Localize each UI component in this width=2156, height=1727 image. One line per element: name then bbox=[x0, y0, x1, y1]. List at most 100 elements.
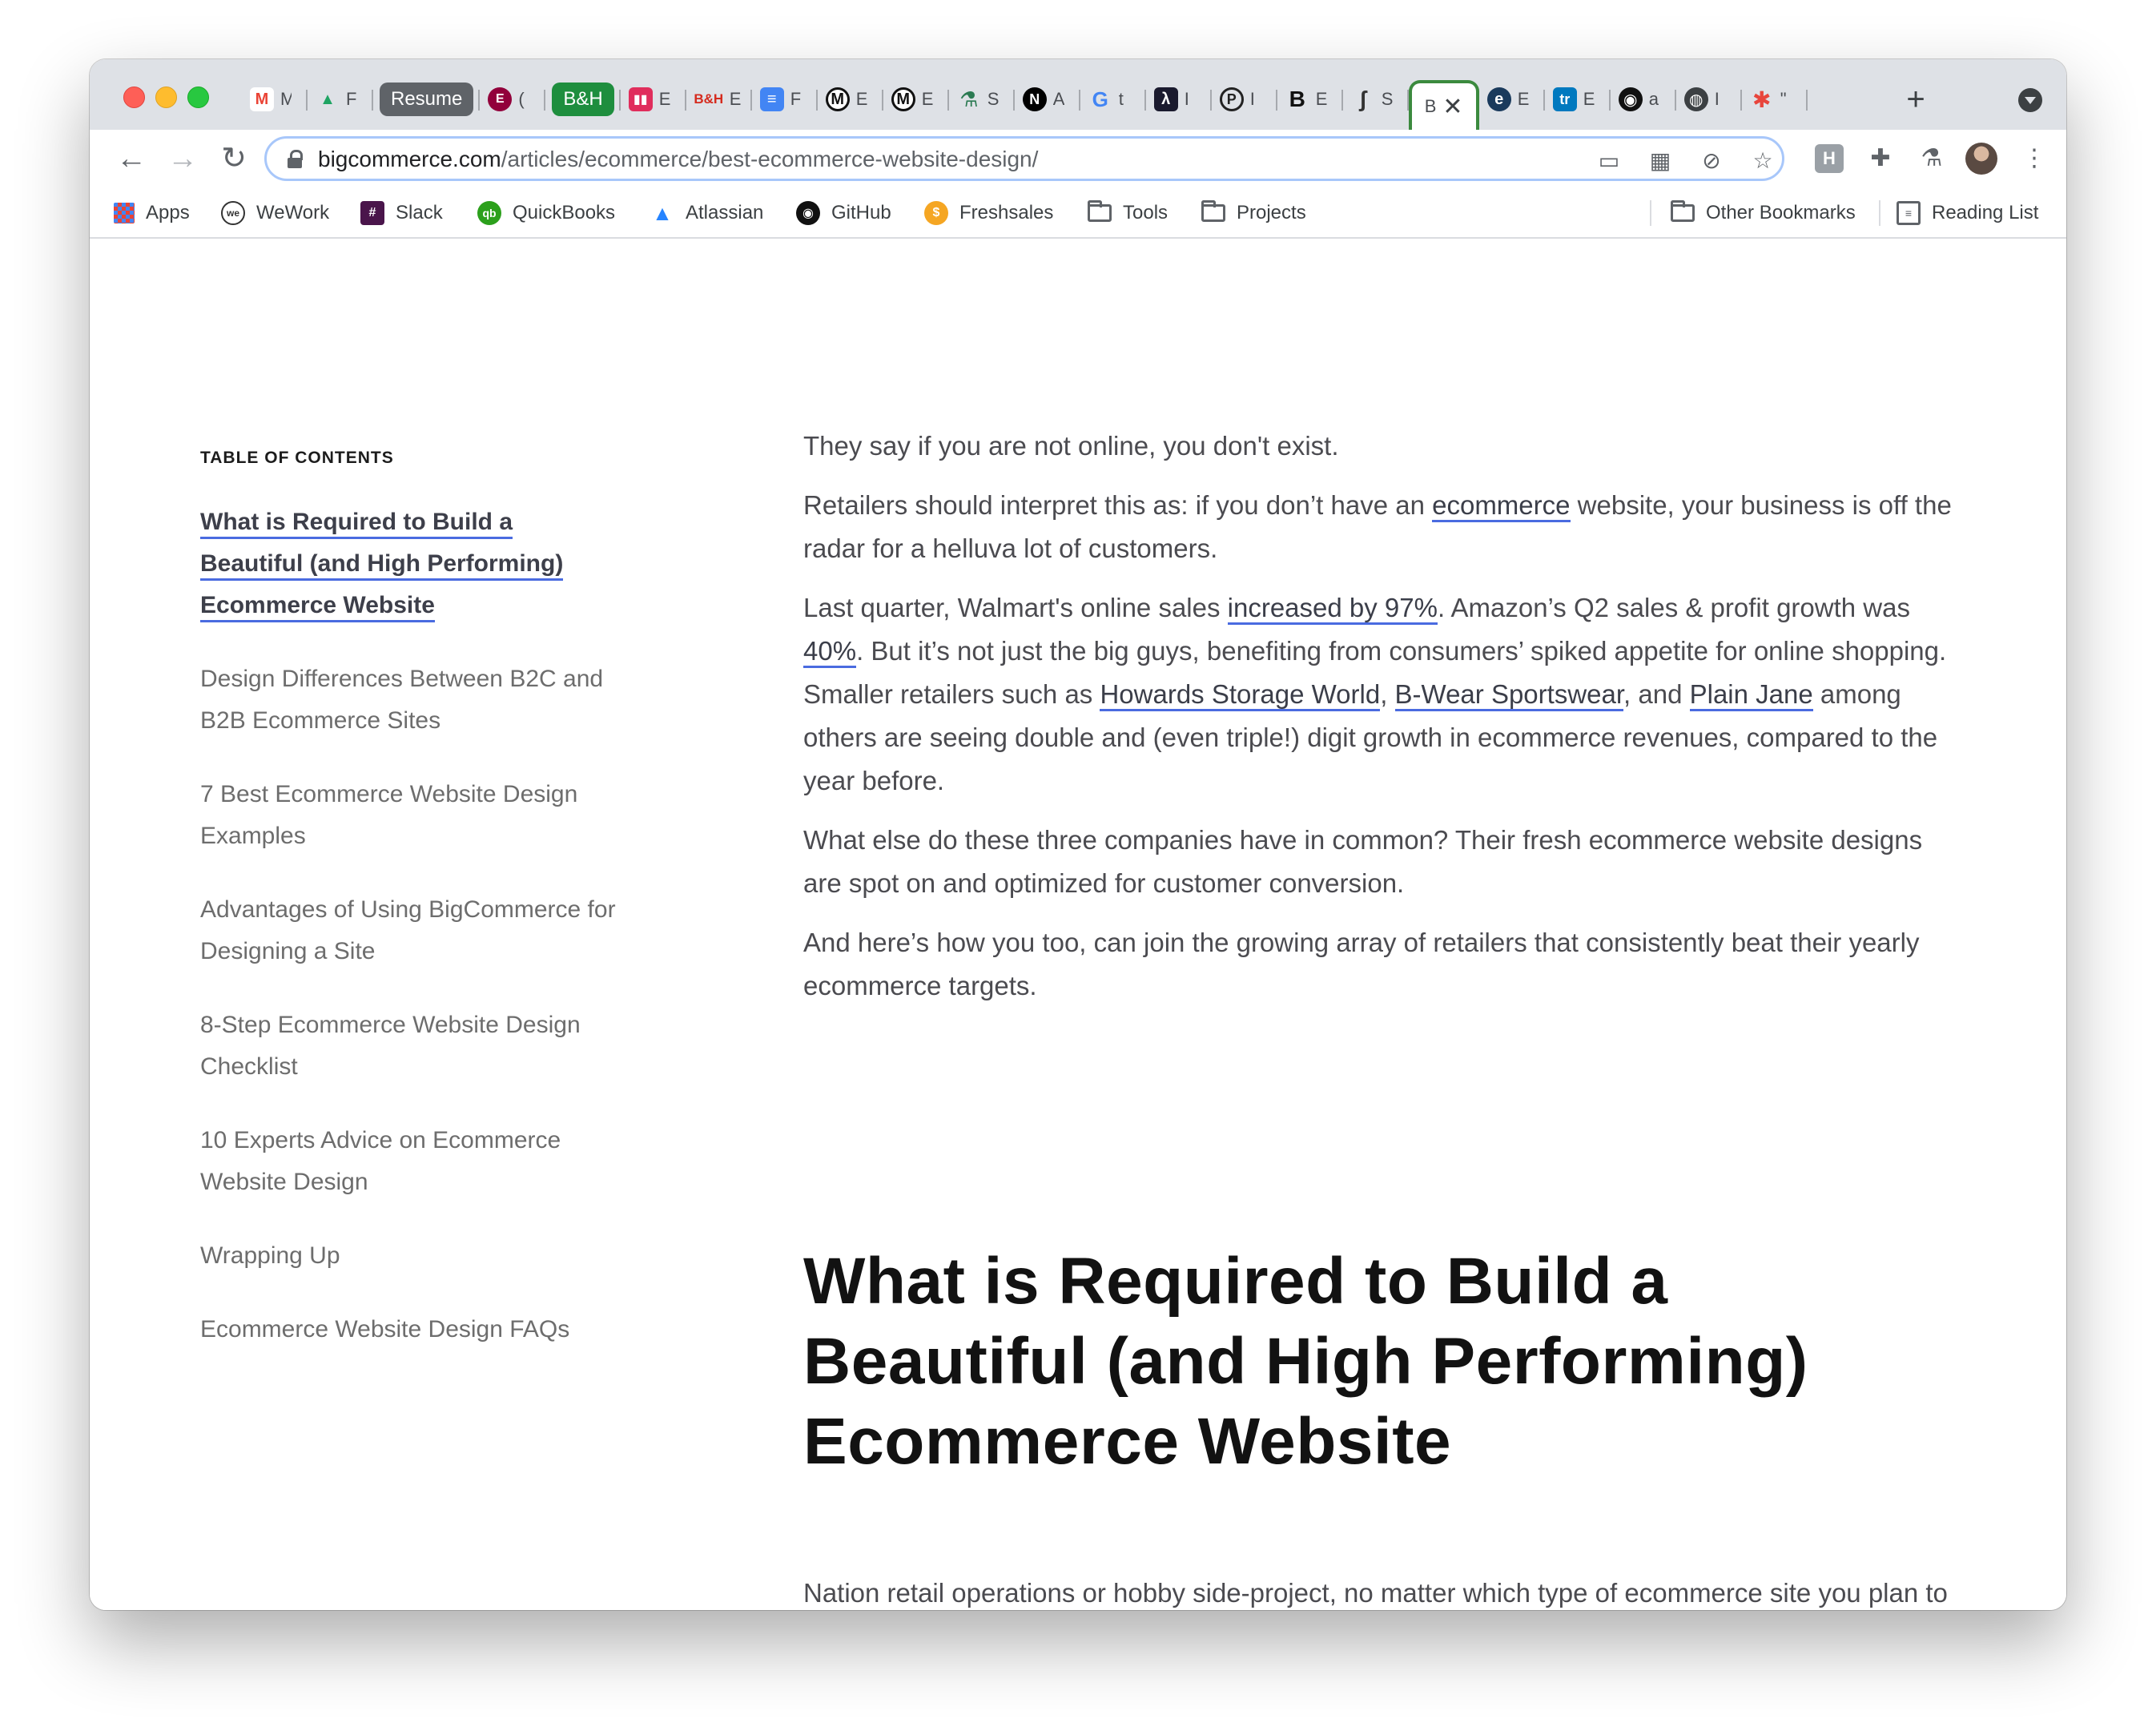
tab-p[interactable]: PI bbox=[1212, 80, 1277, 119]
zoom-window-button[interactable] bbox=[187, 87, 209, 108]
toc-item-advantages[interactable]: Advantages of Using BigCommerce for Desi… bbox=[200, 889, 617, 972]
close-window-button[interactable] bbox=[123, 87, 145, 108]
toc-item-label[interactable]: What is Required to Build a Beautiful (a… bbox=[200, 509, 564, 622]
minimize-window-button[interactable] bbox=[155, 87, 177, 108]
labs-flask-icon[interactable]: ⚗ bbox=[1917, 144, 1946, 173]
wework-icon: we bbox=[221, 201, 245, 225]
tab-title: S bbox=[1381, 89, 1393, 109]
tab-gmail[interactable]: MM bbox=[242, 80, 308, 119]
tracking-protection-icon[interactable]: ⊘ bbox=[1699, 148, 1724, 174]
article-body: They say if you are not online, you don'… bbox=[803, 425, 1965, 1610]
link-40-percent[interactable]: 40% bbox=[803, 636, 857, 668]
bookmark-atlassian[interactable]: ▲ Atlassian bbox=[650, 199, 763, 227]
link-increased-97[interactable]: increased by 97% bbox=[1227, 593, 1438, 625]
tab-bh-2[interactable]: B&H E bbox=[686, 80, 752, 119]
tab-bh-1[interactable]: ▮▮ E bbox=[621, 80, 686, 119]
edge-icon: e bbox=[1486, 87, 1511, 111]
tab-lambda[interactable]: λI bbox=[1146, 80, 1212, 119]
tab-edge[interactable]: eE bbox=[1479, 80, 1545, 119]
tab-elementor[interactable]: E( bbox=[480, 80, 546, 119]
toc-item-checklist[interactable]: 8-Step Ecommerce Website Design Checklis… bbox=[200, 1004, 617, 1088]
toc-item-wrapping-up[interactable]: Wrapping Up bbox=[200, 1235, 617, 1277]
tab-bold-b[interactable]: BE bbox=[1277, 80, 1343, 119]
tab-asterisk[interactable]: ✱ " bbox=[1742, 80, 1808, 119]
tab-github[interactable]: ◉ a bbox=[1611, 80, 1676, 119]
bookmark-quickbooks[interactable]: qb QuickBooks bbox=[477, 199, 615, 227]
atlassian-icon: ▲ bbox=[652, 200, 673, 225]
github-icon: ◉ bbox=[796, 201, 820, 225]
bookmark-folder-tools[interactable]: Tools bbox=[1088, 199, 1168, 227]
tab-docs[interactable]: ≡ F bbox=[752, 80, 818, 119]
tab-google[interactable]: Gt bbox=[1080, 80, 1146, 119]
bookmarks-separator bbox=[1879, 200, 1880, 226]
bookmark-folder-projects[interactable]: Projects bbox=[1201, 199, 1306, 227]
tab-title: E bbox=[1315, 89, 1327, 109]
tab-drive[interactable]: ▲ F bbox=[308, 80, 373, 119]
tab-group-bh[interactable]: B&H bbox=[545, 80, 621, 119]
qr-code-icon[interactable]: ▦ bbox=[1647, 148, 1673, 174]
tab-title: ( bbox=[518, 89, 525, 109]
bookmark-reading-list[interactable]: ≡ Reading List bbox=[1897, 199, 2038, 227]
toc-item-faqs[interactable]: Ecommerce Website Design FAQs bbox=[200, 1309, 617, 1351]
profile-avatar[interactable] bbox=[1965, 143, 1997, 175]
toc-item-best-examples[interactable]: 7 Best Ecommerce Website Design Examples bbox=[200, 774, 617, 857]
tab-flask[interactable]: ⚗ S bbox=[949, 80, 1015, 119]
reading-list-icon: ≡ bbox=[1897, 201, 1921, 225]
tab-search-button[interactable] bbox=[2018, 88, 2042, 112]
tab-notion[interactable]: NA bbox=[1015, 80, 1080, 119]
link-plain-jane[interactable]: Plain Jane bbox=[1689, 679, 1813, 711]
apps-grid-icon bbox=[114, 203, 135, 223]
paragraph-nation-retail: Nation retail operations or hobby side-p… bbox=[803, 1578, 1948, 1608]
extension-h-icon[interactable]: H bbox=[1815, 144, 1844, 173]
section-heading: What is Required to Build a Beautiful (a… bbox=[803, 1245, 1808, 1478]
tab-title: E bbox=[658, 89, 670, 109]
bookmark-wework[interactable]: we WeWork bbox=[221, 199, 329, 227]
back-button[interactable]: ← bbox=[112, 139, 151, 178]
table-of-contents: TABLE OF CONTENTS What is Required to Bu… bbox=[200, 449, 617, 1383]
close-tab-icon[interactable]: ✕ bbox=[1442, 93, 1462, 121]
toc-item-experts-advice[interactable]: 10 Experts Advice on Ecommerce Website D… bbox=[200, 1120, 617, 1203]
extensions-puzzle-icon[interactable]: ✚ bbox=[1866, 144, 1895, 173]
bookmark-github[interactable]: ◉ GitHub bbox=[796, 199, 891, 227]
lock-icon[interactable] bbox=[288, 150, 303, 168]
tab-group-label[interactable]: B&H bbox=[552, 83, 614, 116]
bookmark-label: GitHub bbox=[831, 202, 891, 223]
bookmark-apps[interactable]: Apps bbox=[114, 199, 190, 227]
new-tab-button[interactable]: + bbox=[1900, 83, 1932, 115]
tab-group-label[interactable]: Resume bbox=[380, 83, 474, 116]
cast-devices-icon[interactable]: ▭ bbox=[1596, 148, 1622, 174]
tab-trello[interactable]: tr E bbox=[1545, 80, 1611, 119]
forward-button[interactable]: → bbox=[163, 139, 202, 178]
url-text[interactable]: bigcommerce.com/articles/ecommerce/best-… bbox=[318, 147, 1038, 172]
tab-title: A bbox=[1052, 89, 1064, 109]
folder-icon bbox=[1088, 200, 1112, 222]
tab-bigcommerce-active[interactable]: B ✕ bbox=[1408, 80, 1479, 130]
github-icon: ◉ bbox=[1618, 87, 1643, 111]
tab-script[interactable]: ʃS bbox=[1343, 80, 1409, 119]
address-bar[interactable]: bigcommerce.com/articles/ecommerce/best-… bbox=[264, 136, 1784, 181]
toc-item-b2c-b2b[interactable]: Design Differences Between B2C and B2B E… bbox=[200, 658, 617, 742]
tab-list: MM ▲ F Resume E( B&H ▮▮ E B&H E ≡ F ME ME ⚗ S… bbox=[242, 78, 1808, 130]
bookmark-freshsales[interactable]: $ Freshsales bbox=[924, 199, 1053, 227]
tab-title: S bbox=[987, 89, 999, 109]
paragraph-intro: They say if you are not online, you don'… bbox=[803, 431, 1339, 461]
tab-group-resume[interactable]: Resume bbox=[373, 80, 481, 119]
link-howards-storage-world[interactable]: Howards Storage World bbox=[1100, 679, 1381, 711]
text-run: , and bbox=[1623, 679, 1690, 709]
tab-globe[interactable]: ◍ I bbox=[1676, 80, 1742, 119]
tab-title: E bbox=[729, 89, 741, 109]
toc-item-required-to-build[interactable]: What is Required to Build a Beautiful (a… bbox=[200, 501, 617, 626]
link-ecommerce[interactable]: ecommerce bbox=[1432, 490, 1571, 522]
reload-button[interactable]: ↻ bbox=[215, 139, 253, 178]
bookmark-slack[interactable]: # Slack bbox=[360, 199, 443, 227]
tab-medium-2[interactable]: ME bbox=[883, 80, 949, 119]
menu-kebab-icon[interactable]: ⋮ bbox=[2020, 144, 2049, 173]
browser-window: MM ▲ F Resume E( B&H ▮▮ E B&H E ≡ F ME ME ⚗ S… bbox=[90, 59, 2066, 1610]
link-b-wear-sportswear[interactable]: B-Wear Sportswear bbox=[1394, 679, 1624, 711]
bookmark-other-bookmarks[interactable]: Other Bookmarks bbox=[1671, 199, 1856, 227]
tab-medium-1[interactable]: ME bbox=[818, 80, 883, 119]
quickbooks-icon: qb bbox=[477, 201, 501, 225]
bookmark-label: Tools bbox=[1123, 202, 1169, 223]
slack-icon: # bbox=[360, 201, 384, 225]
bookmark-star-icon[interactable]: ☆ bbox=[1750, 148, 1776, 174]
